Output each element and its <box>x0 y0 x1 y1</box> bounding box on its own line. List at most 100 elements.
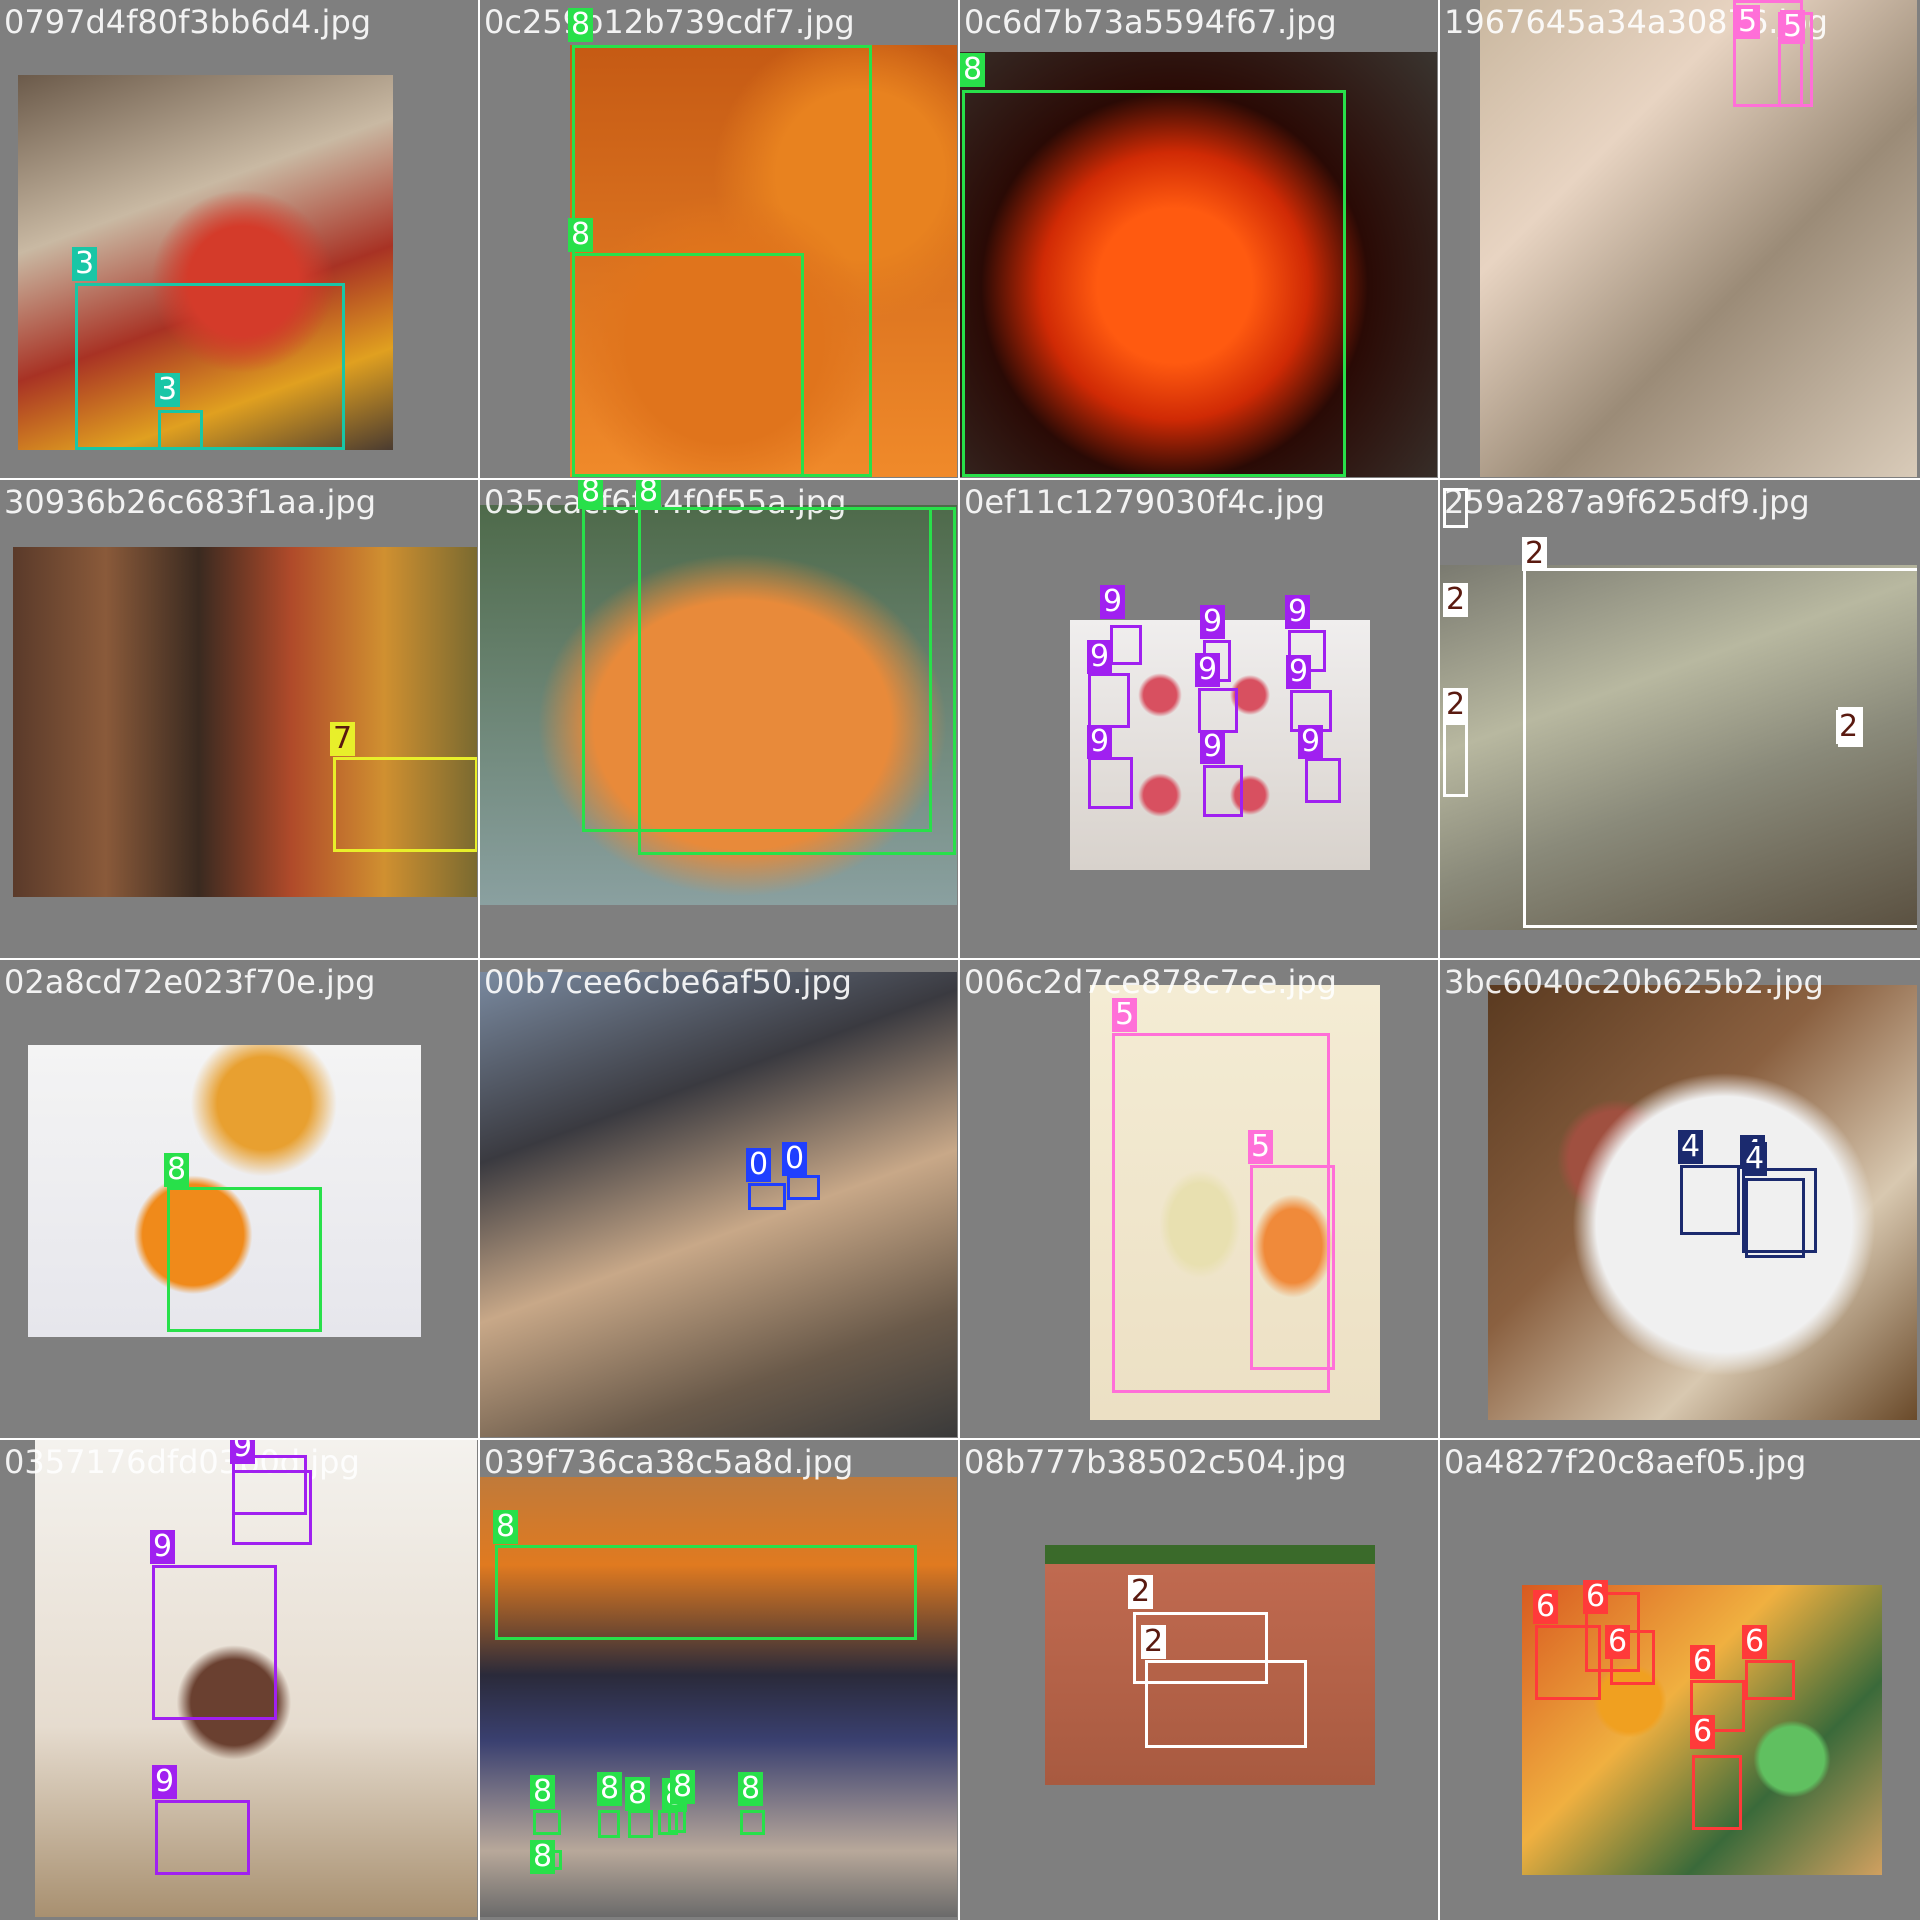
class-label: 0 <box>782 1142 808 1176</box>
class-label: 2 <box>1836 710 1862 744</box>
grid-separator <box>958 0 960 1920</box>
bounding-box <box>628 1810 653 1838</box>
bounding-box <box>1110 625 1142 665</box>
tile-cakes: 0357176dfd03b0d.jpg9999 <box>0 1440 477 1917</box>
class-label: 9 <box>150 1530 176 1564</box>
tile-market-stall: 00b7cee6cbe6af50.jpg 0 0 <box>480 960 957 1437</box>
class-label: 6 <box>1690 1645 1716 1679</box>
bounding-box <box>740 1810 765 1835</box>
class-label: 5 <box>1112 998 1138 1032</box>
bounding-box <box>1203 765 1243 817</box>
class-label: 9 <box>1298 725 1324 759</box>
class-label: 9 <box>1087 725 1113 759</box>
bounding-box <box>495 1545 917 1640</box>
bounding-box <box>1680 1165 1740 1235</box>
bounding-box <box>1745 1660 1795 1700</box>
class-label: 8 <box>568 218 594 252</box>
tile-market-peppers: 0797d4f80f3bb6d4.jpg 3 3 <box>0 0 477 477</box>
bounding-box <box>1198 688 1238 733</box>
class-label: 3 <box>72 247 98 281</box>
class-label: 8 <box>960 53 986 87</box>
class-label: 4 <box>1742 1142 1768 1176</box>
class-label: 8 <box>636 480 662 509</box>
class-label: 8 <box>597 1772 623 1806</box>
bounding-box <box>1745 1178 1805 1258</box>
class-label: 2 <box>1443 688 1469 722</box>
class-label: 8 <box>164 1153 190 1187</box>
bounding-box <box>787 1175 820 1200</box>
image-filename: 30936b26c683f1aa.jpg <box>4 483 377 521</box>
class-label: 9 <box>1286 655 1312 689</box>
class-label: 7 <box>330 722 356 756</box>
bounding-box <box>962 90 1346 477</box>
bounding-box <box>1443 722 1468 797</box>
bounding-box <box>1692 1755 1742 1830</box>
image-filename: 08b777b38502c504.jpg <box>964 1443 1347 1481</box>
tile-pumpkin-sign: 035cacf6f44f0f55a.jpg 8 8 <box>480 480 957 957</box>
class-label: 5 <box>1735 5 1761 39</box>
bounding-box <box>75 283 345 450</box>
image-filename: 0a4827f20c8aef05.jpg <box>1444 1443 1807 1481</box>
class-label: 8 <box>530 1775 556 1809</box>
class-label: 4 <box>1678 1130 1704 1164</box>
detection-mosaic-grid: 0797d4f80f3bb6d4.jpg 3 3 0c259b12b739cdf7.j… <box>0 0 1920 1920</box>
grid-separator <box>0 958 1920 960</box>
class-label: 6 <box>1605 1625 1631 1659</box>
image-filename: 3bc6040c20b625b2.jpg <box>1444 963 1824 1001</box>
image-filename: 02a8cd72e023f70e.jpg <box>4 963 376 1001</box>
image-filename: 259a287a9f625df9.jpg <box>1444 483 1810 521</box>
class-label: 6 <box>1533 1590 1559 1624</box>
tile-gourds-records: 30936b26c683f1aa.jpg 7 <box>0 480 477 957</box>
class-label: 9 <box>152 1765 178 1799</box>
class-label: 9 <box>1200 605 1226 639</box>
bounding-box <box>1145 1660 1307 1748</box>
tile-dinner-plate: 3bc6040c20b625b2.jpg444 <box>1440 960 1917 1437</box>
bounding-box <box>572 253 804 477</box>
bounding-box <box>152 1565 277 1720</box>
bounding-box <box>1523 568 1917 928</box>
class-label: 2 <box>1141 1625 1167 1659</box>
class-label: 8 <box>670 1770 696 1804</box>
bounding-box <box>1088 673 1130 728</box>
class-label: 8 <box>738 1772 764 1806</box>
image-filename: 006c2d7ce878c7ce.jpg <box>964 963 1337 1001</box>
class-label: 5 <box>1248 1130 1274 1164</box>
class-label: 6 <box>1690 1715 1716 1749</box>
class-label: 8 <box>568 8 594 42</box>
bounding-box <box>1250 1165 1335 1370</box>
tile-cupcakes: 0ef11c1279030f4c.jpg 9 9 9 9 9 9 9 9 9 <box>960 480 1437 957</box>
image-filename: 00b7cee6cbe6af50.jpg <box>484 963 852 1001</box>
photo-market-stall <box>480 972 957 1437</box>
image-filename: 039f736ca38c5a8d.jpg <box>484 1443 854 1481</box>
tile-fruit-crate: 0a4827f20c8aef05.jpg 6 6 6 6 6 6 <box>1440 1440 1917 1917</box>
class-label: 0 <box>746 1148 772 1182</box>
class-label: 9 <box>1100 585 1126 619</box>
grid-separator <box>0 1438 1920 1440</box>
class-label: 2 <box>1443 583 1469 617</box>
class-label: 9 <box>230 1440 256 1464</box>
tile-jack-o-lantern: 0c6d7b73a5594f67.jpg 8 <box>960 0 1437 477</box>
bounding-box <box>533 1810 561 1835</box>
bounding-box <box>658 1810 678 1835</box>
tile-pumpkins-closeup: 0c259b12b739cdf7.jpg 8 8 <box>480 0 957 477</box>
class-label: 9 <box>1200 730 1226 764</box>
bounding-box <box>598 1810 620 1838</box>
class-label: 8 <box>578 480 604 509</box>
class-label: 6 <box>1583 1580 1609 1614</box>
class-label: 8 <box>625 1777 651 1811</box>
class-label: 9 <box>1195 653 1221 687</box>
image-filename: 0c6d7b73a5594f67.jpg <box>964 3 1337 41</box>
class-label: 2 <box>1128 1575 1154 1609</box>
bounding-box <box>155 1800 250 1875</box>
grid-separator <box>478 0 480 1920</box>
tile-carrot-illustration: 006c2d7ce878c7ce.jpg 5 5 <box>960 960 1437 1437</box>
class-label: 3 <box>155 373 181 407</box>
tile-bananas-table: 08b777b38502c504.jpg 2 2 <box>960 1440 1437 1917</box>
bounding-box <box>232 1455 307 1515</box>
tile-halloween-show: 039f736ca38c5a8d.jpg88888888 <box>480 1440 957 1917</box>
grid-separator <box>1438 0 1440 1920</box>
bounding-box <box>167 1187 322 1332</box>
tile-banana-market: 259a287a9f625df9.jpg 2 2 2 2 <box>1440 480 1917 957</box>
image-filename: 0797d4f80f3bb6d4.jpg <box>4 3 372 41</box>
class-label: 2 <box>1522 537 1548 571</box>
